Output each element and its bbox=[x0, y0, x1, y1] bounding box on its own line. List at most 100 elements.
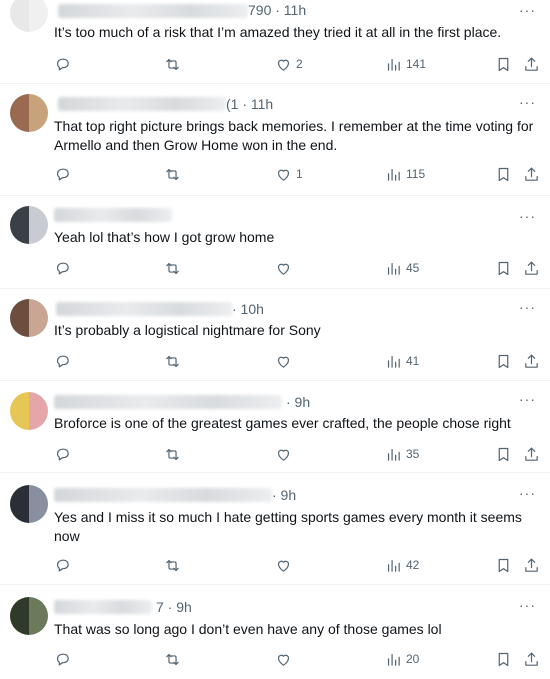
retweet-icon bbox=[166, 559, 179, 571]
share-icon bbox=[525, 447, 538, 461]
retweet-button[interactable] bbox=[164, 555, 181, 575]
bookmark-button[interactable] bbox=[495, 258, 512, 278]
like-button[interactable]: 1 bbox=[275, 164, 303, 184]
views-chart-icon bbox=[387, 653, 400, 666]
reply-button[interactable] bbox=[54, 444, 71, 464]
more-options-button[interactable]: ··· bbox=[519, 391, 536, 407]
more-options-button[interactable]: ··· bbox=[519, 2, 536, 18]
share-button[interactable] bbox=[523, 258, 540, 278]
bookmark-button[interactable] bbox=[495, 444, 512, 464]
views-chart-icon bbox=[387, 58, 400, 71]
reply-button[interactable] bbox=[54, 649, 71, 669]
heart-icon bbox=[277, 449, 290, 461]
views-button[interactable]: 35 bbox=[385, 444, 419, 464]
like-button[interactable] bbox=[275, 258, 296, 278]
bookmark-button[interactable] bbox=[495, 351, 512, 371]
views-button[interactable]: 115 bbox=[385, 164, 425, 184]
bookmark-button[interactable] bbox=[495, 54, 512, 74]
tweet[interactable]: 7 · 9h ··· That was so long ago I don’t … bbox=[0, 585, 550, 679]
views-button[interactable]: 20 bbox=[385, 649, 419, 669]
share-button[interactable] bbox=[523, 351, 540, 371]
share-button[interactable] bbox=[523, 649, 540, 669]
views-chart-icon bbox=[387, 262, 400, 275]
tweet-actions: 35 bbox=[0, 444, 550, 464]
share-icon bbox=[525, 558, 538, 572]
retweet-button[interactable] bbox=[164, 54, 181, 74]
tweet[interactable]: 790 · 11h ··· It’s too much of a risk th… bbox=[0, 0, 550, 84]
views-button[interactable]: 141 bbox=[385, 54, 426, 74]
avatar[interactable] bbox=[10, 597, 48, 635]
tweet-meta: 790 · 11h bbox=[248, 2, 307, 18]
redacted-author bbox=[56, 302, 232, 316]
tweet-text: It’s probably a logistical nightmare for… bbox=[54, 322, 321, 338]
view-count: 35 bbox=[406, 447, 420, 461]
share-button[interactable] bbox=[523, 54, 540, 74]
more-options-button[interactable]: ··· bbox=[519, 208, 536, 224]
retweet-icon bbox=[166, 653, 179, 665]
share-button[interactable] bbox=[523, 164, 540, 184]
like-count: 1 bbox=[296, 167, 303, 181]
tweet[interactable]: (1 · 11h ··· That top right picture brin… bbox=[0, 84, 550, 196]
heart-icon bbox=[277, 59, 290, 71]
bookmark-icon bbox=[498, 57, 509, 71]
retweet-button[interactable] bbox=[164, 351, 181, 371]
avatar[interactable] bbox=[10, 206, 48, 244]
reply-button[interactable] bbox=[54, 164, 71, 184]
tweet-meta: (1 · 11h bbox=[226, 96, 274, 112]
bookmark-button[interactable] bbox=[495, 649, 512, 669]
share-button[interactable] bbox=[523, 555, 540, 575]
more-options-button[interactable]: ··· bbox=[519, 94, 536, 110]
more-options-button[interactable]: ··· bbox=[519, 485, 536, 501]
share-icon bbox=[525, 167, 538, 181]
share-button[interactable] bbox=[523, 444, 540, 464]
avatar[interactable] bbox=[10, 0, 48, 32]
like-button[interactable]: 2 bbox=[275, 54, 303, 74]
views-button[interactable]: 45 bbox=[385, 258, 419, 278]
views-button[interactable]: 42 bbox=[385, 555, 419, 575]
tweet-meta: · 9h bbox=[272, 487, 297, 503]
retweet-icon bbox=[166, 355, 179, 367]
like-button[interactable] bbox=[275, 649, 296, 669]
tweet[interactable]: · 9h ··· Broforce is one of the greatest… bbox=[0, 381, 550, 473]
tweet-actions: 1 115 bbox=[0, 164, 550, 184]
tweet-text: That top right picture brings back memor… bbox=[54, 118, 534, 153]
view-count: 141 bbox=[406, 57, 427, 71]
avatar[interactable] bbox=[10, 485, 48, 523]
reply-button[interactable] bbox=[54, 258, 71, 278]
view-count: 41 bbox=[406, 354, 420, 368]
redacted-author bbox=[58, 4, 248, 18]
like-button[interactable] bbox=[275, 555, 296, 575]
reply-button[interactable] bbox=[54, 351, 71, 371]
reply-button[interactable] bbox=[54, 54, 71, 74]
avatar[interactable] bbox=[10, 94, 48, 132]
views-chart-icon bbox=[387, 168, 400, 181]
like-count: 2 bbox=[296, 57, 303, 71]
reply-icon bbox=[56, 168, 69, 180]
retweet-button[interactable] bbox=[164, 444, 181, 464]
reply-button[interactable] bbox=[54, 555, 71, 575]
bookmark-icon bbox=[498, 558, 509, 572]
bookmark-button[interactable] bbox=[495, 164, 512, 184]
tweet[interactable]: · 10h ··· It’s probably a logistical nig… bbox=[0, 289, 550, 381]
like-button[interactable] bbox=[275, 351, 296, 371]
views-button[interactable]: 41 bbox=[385, 351, 419, 371]
reply-icon bbox=[56, 559, 69, 571]
more-options-button[interactable]: ··· bbox=[519, 299, 536, 315]
bookmark-button[interactable] bbox=[495, 555, 512, 575]
reply-icon bbox=[56, 262, 69, 274]
retweet-button[interactable] bbox=[164, 258, 181, 278]
more-options-button[interactable]: ··· bbox=[519, 597, 536, 613]
avatar[interactable] bbox=[10, 299, 48, 337]
avatar[interactable] bbox=[10, 392, 48, 430]
tweet[interactable]: · 9h ··· Yes and I miss it so much I hat… bbox=[0, 473, 550, 585]
like-button[interactable] bbox=[275, 444, 296, 464]
tweet-text: Yeah lol that’s how I got grow home bbox=[54, 229, 275, 245]
tweet[interactable]: ··· Yeah lol that’s how I got grow home … bbox=[0, 196, 550, 289]
retweet-button[interactable] bbox=[164, 164, 181, 184]
view-count: 115 bbox=[406, 167, 426, 181]
retweet-button[interactable] bbox=[164, 649, 181, 669]
heart-icon bbox=[277, 356, 290, 368]
redacted-author bbox=[54, 208, 172, 222]
tweet-meta: · 9h bbox=[286, 394, 311, 410]
reply-icon bbox=[56, 653, 69, 665]
